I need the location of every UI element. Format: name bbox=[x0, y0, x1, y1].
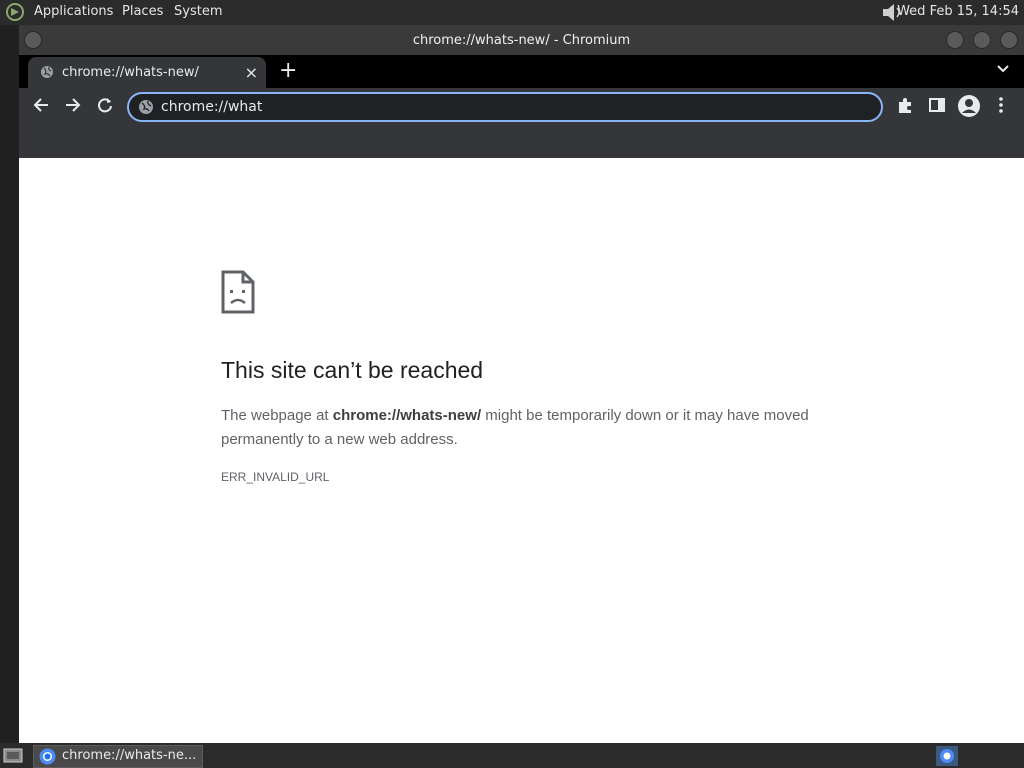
tab-whats-new[interactable]: chrome://whats-new/ × bbox=[28, 57, 266, 88]
tab-close-button[interactable]: × bbox=[245, 63, 258, 82]
bottom-taskbar: chrome://whats-ne... bbox=[0, 743, 1024, 768]
chromium-icon bbox=[39, 748, 56, 765]
taskbar-item-chromium[interactable]: chrome://whats-ne... bbox=[33, 745, 203, 768]
error-code: ERR_INVALID_URL bbox=[221, 470, 330, 484]
address-bar[interactable] bbox=[127, 92, 883, 122]
new-tab-button[interactable]: + bbox=[279, 58, 297, 83]
tab-title: chrome://whats-new/ bbox=[62, 65, 199, 80]
menu-places[interactable]: Places bbox=[122, 4, 163, 19]
forward-arrow-icon[interactable] bbox=[64, 96, 82, 114]
tab-search-chevron-icon[interactable] bbox=[996, 62, 1010, 76]
error-url: chrome://whats-new/ bbox=[332, 407, 482, 424]
show-desktop-icon[interactable] bbox=[3, 747, 23, 764]
browser-window: chrome://whats-new/ - Chromium chrome://… bbox=[19, 25, 1024, 743]
top-panel: Applications Places System Wed Feb 15, 1… bbox=[0, 0, 1024, 25]
site-info-globe-icon[interactable] bbox=[138, 99, 154, 115]
profile-avatar-icon[interactable] bbox=[957, 94, 981, 118]
tab-strip: chrome://whats-new/ × + bbox=[19, 55, 1024, 88]
back-arrow-icon[interactable] bbox=[32, 96, 50, 114]
window-titlebar[interactable]: chrome://whats-new/ - Chromium bbox=[19, 25, 1024, 55]
sad-page-icon bbox=[221, 270, 255, 314]
browser-toolbar bbox=[19, 88, 1024, 126]
extensions-puzzle-icon[interactable] bbox=[896, 96, 914, 114]
more-vertical-icon[interactable] bbox=[994, 96, 1008, 114]
distro-logo-icon[interactable] bbox=[4, 2, 26, 22]
error-description-prefix: The webpage at bbox=[221, 407, 333, 424]
address-input[interactable] bbox=[161, 97, 861, 117]
error-description: The webpage at chrome://whats-new/ might… bbox=[221, 404, 821, 452]
side-panel-icon[interactable] bbox=[928, 96, 946, 114]
menu-system[interactable]: System bbox=[174, 4, 222, 19]
window-title: chrome://whats-new/ - Chromium bbox=[412, 33, 631, 48]
bookmarks-bar bbox=[19, 126, 1024, 159]
taskbar-item-label: chrome://whats-ne... bbox=[62, 748, 197, 763]
maximize-button[interactable] bbox=[973, 31, 991, 49]
menu-applications[interactable]: Applications bbox=[34, 4, 113, 19]
globe-icon bbox=[41, 66, 53, 78]
reload-icon[interactable] bbox=[96, 96, 114, 114]
clock[interactable]: Wed Feb 15, 14:54 bbox=[897, 4, 1019, 19]
error-heading: This site can’t be reached bbox=[221, 357, 484, 383]
close-window-button[interactable] bbox=[1000, 31, 1018, 49]
page-content: This site can’t be reached The webpage a… bbox=[19, 158, 1024, 743]
minimize-button[interactable] bbox=[946, 31, 964, 49]
chromium-tray-icon[interactable] bbox=[936, 746, 958, 766]
desktop-background bbox=[0, 25, 19, 743]
